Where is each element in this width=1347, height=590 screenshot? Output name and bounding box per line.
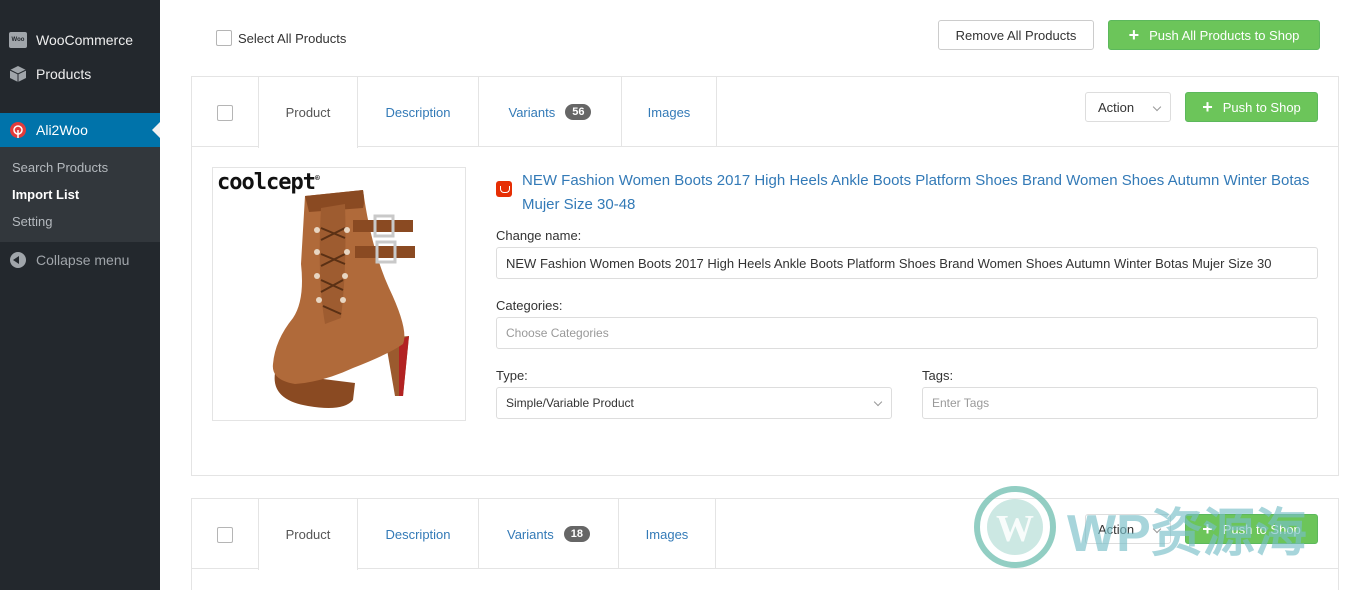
menu-label-woocommerce: WooCommerce (36, 32, 133, 48)
remove-all-products-button[interactable]: Remove All Products (938, 20, 1094, 50)
action-dropdown-label: Action (1098, 521, 1135, 537)
type-select-value: Simple/Variable Product (506, 396, 634, 410)
product-select-checkbox[interactable] (217, 527, 233, 543)
collapse-menu[interactable]: Collapse menu (0, 247, 160, 273)
menu-item-products[interactable]: Products (0, 57, 160, 91)
plus-icon: + (1128, 25, 1140, 45)
boot-image (272, 190, 415, 408)
brand-logo: coolcept® (217, 170, 320, 195)
box-icon (8, 64, 28, 84)
tags-label: Tags: (922, 368, 954, 383)
change-name-input[interactable]: NEW Fashion Women Boots 2017 High Heels … (496, 247, 1318, 279)
type-select[interactable]: Simple/Variable Product (496, 387, 892, 419)
select-all-checkbox[interactable] (216, 30, 232, 46)
product-image[interactable]: coolcept® (212, 167, 466, 421)
tab-variants[interactable]: Variants 56 (479, 77, 622, 147)
collapse-arrow-icon (10, 252, 26, 268)
menu-item-ali2woo[interactable]: Ali2Woo (0, 113, 160, 147)
menu-label-ali2woo: Ali2Woo (36, 122, 88, 138)
push-all-products-button[interactable]: + Push All Products to Shop (1108, 20, 1320, 50)
change-name-label: Change name: (496, 228, 582, 243)
product-card-header: Product Description Variants 56 Images A… (192, 77, 1338, 148)
select-all-label: Select All Products (238, 30, 347, 46)
select-all-products[interactable]: Select All Products (216, 30, 346, 46)
push-to-shop-button[interactable]: + Push to Shop (1185, 92, 1318, 122)
plus-icon: + (1202, 519, 1213, 539)
tab-variants-label: Variants (507, 526, 554, 542)
variants-count-badge: 18 (563, 526, 590, 542)
ali2woo-icon (8, 120, 28, 140)
chevron-down-icon (1152, 102, 1162, 112)
tab-variants[interactable]: Variants 18 (479, 499, 619, 569)
menu-label-products: Products (36, 66, 92, 82)
collapse-menu-label: Collapse menu (36, 252, 130, 268)
tab-product[interactable]: Product (258, 77, 358, 148)
product-title-link[interactable]: NEW Fashion Women Boots 2017 High Heels … (522, 169, 1322, 217)
tab-description[interactable]: Description (358, 77, 479, 147)
tab-variants-label: Variants (508, 104, 556, 120)
woocommerce-icon: Woo (8, 30, 28, 50)
tab-images[interactable]: Images (622, 77, 717, 147)
tab-images[interactable]: Images (619, 499, 716, 569)
aliexpress-icon (496, 181, 512, 197)
push-to-shop-button[interactable]: + Push to Shop (1185, 514, 1318, 544)
action-dropdown[interactable]: Action (1085, 92, 1171, 122)
admin-sidebar: Woo WooCommerce Products Ali2Woo Search … (0, 0, 160, 590)
push-to-shop-label: Push to Shop (1222, 521, 1301, 537)
variants-count-badge: 56 (565, 104, 592, 120)
tags-input[interactable]: Enter Tags (922, 387, 1318, 419)
push-to-shop-label: Push to Shop (1222, 99, 1301, 115)
categories-label: Categories: (496, 298, 563, 313)
push-all-label: Push All Products to Shop (1149, 27, 1300, 43)
categories-input[interactable]: Choose Categories (496, 317, 1318, 349)
submenu-setting[interactable]: Setting (12, 214, 52, 229)
action-dropdown[interactable]: Action (1085, 514, 1171, 544)
tab-description[interactable]: Description (358, 499, 479, 569)
chevron-down-icon (873, 397, 883, 407)
chevron-down-icon (1152, 524, 1162, 534)
ali2woo-submenu: Search Products Import List Setting (0, 147, 160, 242)
plus-icon: + (1202, 97, 1213, 117)
menu-item-woocommerce[interactable]: Woo WooCommerce (0, 23, 160, 57)
product-select-checkbox[interactable] (217, 105, 233, 121)
type-label: Type: (496, 368, 528, 383)
action-dropdown-label: Action (1098, 99, 1135, 115)
product-card-header: Product Description Variants 18 Images A… (192, 499, 1338, 570)
import-list-main: Select All Products Remove All Products … (160, 0, 1347, 590)
product-card: Product Description Variants 18 Images A… (191, 498, 1339, 590)
tab-product[interactable]: Product (258, 499, 358, 570)
submenu-search-products[interactable]: Search Products (12, 160, 108, 175)
submenu-import-list[interactable]: Import List (12, 187, 79, 202)
product-card: Product Description Variants 56 Images A… (191, 76, 1339, 476)
